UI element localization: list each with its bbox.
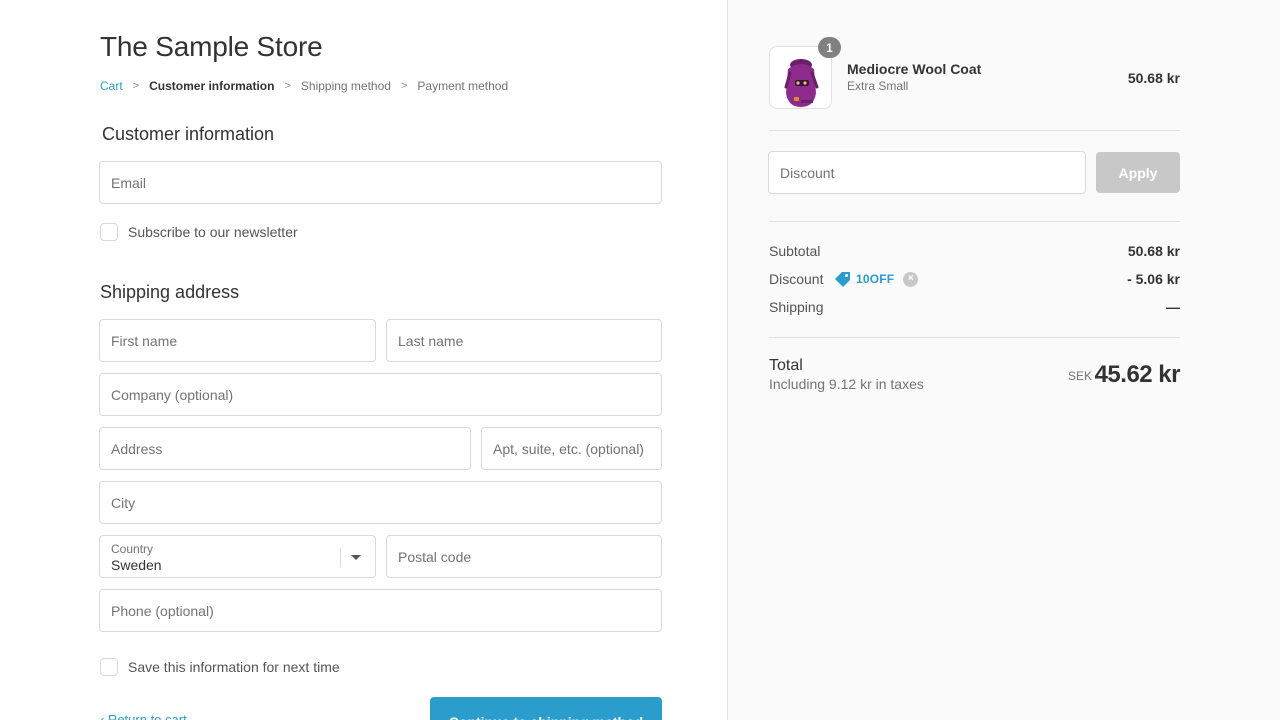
divider [769,221,1180,222]
apartment-input[interactable] [482,428,661,469]
newsletter-option[interactable]: Subscribe to our newsletter [100,223,298,241]
breadcrumb-customer-information: Customer information [149,79,275,93]
chevron-right-icon: > [132,80,140,92]
country-label: Country [111,542,154,556]
breadcrumb-cart[interactable]: Cart [100,79,123,93]
chevron-right-icon: > [284,80,291,92]
quantity-badge: 1 [818,37,841,58]
shipping-address-heading: Shipping address [100,282,240,302]
newsletter-checkbox[interactable] [100,223,118,241]
currency-code: SEK [1067,369,1092,383]
return-to-cart-link[interactable]: ‹ Return to cart [100,712,187,720]
postal-code-field[interactable] [386,535,662,578]
total-label: Total [769,357,803,374]
discount-tag: 10OFF × [834,271,919,287]
product-name: Mediocre Wool Coat [847,61,982,77]
discount-code-input[interactable] [769,152,1085,193]
customer-information-heading: Customer information [102,124,275,144]
last-name-input[interactable] [387,320,661,361]
discount-label: Discount [769,271,824,287]
shipping-label: Shipping [769,299,824,315]
divider [769,130,1180,131]
tax-note: Including 9.12 kr in taxes [769,376,924,392]
first-name-field[interactable] [99,319,376,362]
discount-code: 10OFF [856,272,895,286]
remove-discount-icon[interactable]: × [903,271,919,287]
shipping-value: — [1166,299,1180,315]
address-input[interactable] [100,428,470,469]
chevron-down-icon[interactable] [351,555,361,560]
phone-input[interactable] [100,590,661,631]
last-name-field[interactable] [386,319,662,362]
breadcrumb-payment-method: Payment method [417,79,509,93]
city-input[interactable] [100,482,661,523]
apartment-field[interactable] [481,427,662,470]
newsletter-label[interactable]: Subscribe to our newsletter [128,224,298,240]
first-name-input[interactable] [100,320,375,361]
breadcrumb: Cart > Customer information > Shipping m… [100,79,508,93]
divider [769,337,1180,338]
email-field[interactable] [99,161,662,204]
save-info-label[interactable]: Save this information for next time [128,659,340,675]
company-input[interactable] [100,374,661,415]
email-input[interactable] [100,162,661,203]
apply-discount-button[interactable]: Apply [1096,152,1180,193]
subtotal-label: Subtotal [769,243,821,259]
discount-value: - 5.06 kr [1127,271,1180,287]
country-select[interactable]: Country Sweden [99,535,376,578]
postal-code-input[interactable] [387,536,661,577]
continue-to-shipping-button[interactable]: Continue to shipping method [430,697,662,720]
save-info-checkbox[interactable] [100,658,118,676]
product-price: 50.68 kr [1127,70,1180,86]
address-field[interactable] [99,427,471,470]
company-field[interactable] [99,373,662,416]
subtotal-value: 50.68 kr [1127,243,1180,259]
select-divider [340,548,341,567]
chevron-right-icon: > [400,80,408,92]
store-title[interactable]: The Sample Store [100,31,323,63]
save-info-option[interactable]: Save this information for next time [100,658,340,676]
product-variant: Extra Small [847,79,909,93]
total-amount: 45.62 kr [1094,361,1181,388]
tag-icon [835,272,850,287]
phone-field[interactable] [99,589,662,632]
city-field[interactable] [99,481,662,524]
discount-code-field[interactable] [768,151,1086,194]
country-value[interactable]: Sweden [111,557,162,573]
breadcrumb-shipping-method: Shipping method [300,79,391,93]
